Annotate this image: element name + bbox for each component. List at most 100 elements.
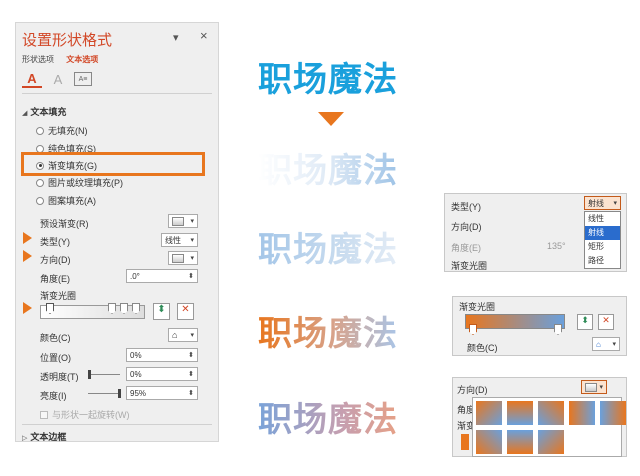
- preset-gradient-dropdown[interactable]: ▾: [168, 214, 198, 228]
- angle-input[interactable]: .0° ⬍: [126, 269, 198, 283]
- type-option-linear[interactable]: 线性: [585, 212, 620, 226]
- type-dropdown-inset: 类型(Y) 射线 ▾ 方向(D) 角度(E) 135° 渐变光圈 线性 射线 矩形…: [444, 193, 627, 272]
- direction-dropdown[interactable]: ▾: [168, 251, 198, 265]
- text-box-icon[interactable]: A≡: [74, 72, 92, 86]
- type-option-radial[interactable]: 射线: [585, 226, 620, 240]
- inset3-stop-marker: [461, 434, 469, 450]
- sample-text-gradient-blue: 职场魔法: [258, 222, 398, 271]
- inset3-direction-dropdown[interactable]: ▾: [581, 380, 607, 394]
- inset-remove-stop-icon[interactable]: ✕: [598, 314, 614, 330]
- section-text-fill[interactable]: ◢ 文本填充: [22, 105, 66, 118]
- pointer-marker: [23, 302, 32, 314]
- sample-text-gradient-orange: 职场魔法: [258, 306, 398, 355]
- inset-stops-label: 渐变光圈: [451, 261, 488, 271]
- add-stop-icon[interactable]: ⬍: [153, 303, 170, 320]
- transparency-slider[interactable]: [88, 374, 120, 375]
- rotate-with-shape-checkbox[interactable]: 与形状一起旋转(W): [40, 408, 130, 421]
- radio-no-fill[interactable]: 无填充(N): [36, 124, 88, 137]
- direction-option[interactable]: [476, 430, 502, 454]
- type-dropdown[interactable]: 线性 ▾: [161, 233, 198, 247]
- inset-color-label: 颜色(C): [467, 343, 498, 353]
- expand-icon: ◢: [22, 110, 28, 117]
- direction-option[interactable]: [538, 401, 564, 425]
- type-option-path[interactable]: 路径: [585, 254, 620, 268]
- direction-option[interactable]: [569, 401, 595, 425]
- type-value: 线性: [165, 235, 181, 245]
- inset-stop-orange[interactable]: [469, 324, 477, 335]
- radio-circle: [36, 126, 44, 135]
- inset3-direction-label: 方向(D): [457, 385, 488, 395]
- transparency-label: 透明度(T): [40, 372, 79, 382]
- inset-angle-value: 135°: [547, 241, 566, 251]
- radio-label: 图片或纹理填充(P): [48, 178, 123, 188]
- inset-angle-label: 角度(E): [451, 243, 481, 253]
- spinner-icon[interactable]: ⬍: [188, 370, 194, 378]
- remove-stop-icon[interactable]: ✕: [177, 303, 194, 320]
- gradient-fill-highlight: [21, 152, 205, 176]
- spinner-icon[interactable]: ⬍: [188, 272, 194, 280]
- spinner-icon[interactable]: ⬍: [188, 389, 194, 397]
- chevron-down-icon: ▾: [190, 237, 194, 244]
- sample-text-gradient-white: 职场魔法: [258, 143, 398, 192]
- radio-pattern-fill[interactable]: 图案填充(A): [36, 194, 96, 207]
- direction-option[interactable]: [538, 430, 564, 454]
- section-text-border[interactable]: ▷ 文本边框: [22, 430, 66, 443]
- paint-bucket-icon: ⌂: [172, 330, 178, 340]
- inset-gradient-bar[interactable]: [465, 314, 565, 329]
- transparency-slider-thumb[interactable]: [88, 370, 91, 379]
- direction-option[interactable]: [507, 430, 533, 454]
- divider: [22, 424, 212, 425]
- position-label: 位置(O): [40, 353, 71, 363]
- panel-title: 设置形状格式: [22, 32, 113, 49]
- down-arrow-marker: [318, 112, 344, 126]
- direction-option[interactable]: [507, 401, 533, 425]
- position-value: 0%: [130, 350, 142, 360]
- brightness-slider[interactable]: [88, 393, 120, 394]
- position-input[interactable]: 0% ⬍: [126, 348, 198, 362]
- text-fill-outline-icon[interactable]: A: [22, 70, 42, 88]
- inset-stop-blue[interactable]: [554, 324, 562, 335]
- spinner-icon[interactable]: ⬍: [188, 351, 194, 359]
- inset-type-label: 类型(Y): [451, 202, 481, 212]
- sample-text-solid: 职场魔法: [258, 60, 398, 100]
- checkbox-label: 与形状一起旋转(W): [52, 410, 130, 420]
- transparency-input[interactable]: 0% ⬍: [126, 367, 198, 381]
- gradient-swatch: [172, 216, 184, 226]
- color-label: 颜色(C): [40, 333, 71, 343]
- brightness-input[interactable]: 95% ⬍: [126, 386, 198, 400]
- inset-add-stop-icon[interactable]: ⬍: [577, 314, 593, 330]
- section-text-fill-label: 文本填充: [30, 107, 67, 117]
- gradient-stops-bar[interactable]: [40, 305, 145, 319]
- panel-close-icon[interactable]: ×: [200, 28, 208, 43]
- checkbox-box: [40, 410, 48, 419]
- text-icon-row: A A A≡: [22, 70, 92, 88]
- gradient-stops-inset: 渐变光圈 ⬍ ✕ 颜色(C) ⌂ ▾: [452, 296, 627, 356]
- panel-collapse-icon[interactable]: ▾: [173, 31, 179, 44]
- type-option-rectangle[interactable]: 矩形: [585, 240, 620, 254]
- tab-text-options[interactable]: 文本选项: [66, 55, 98, 64]
- brightness-slider-thumb[interactable]: [118, 389, 121, 398]
- inset-type-value: 射线: [588, 198, 604, 208]
- collapse-icon: ▷: [22, 435, 28, 442]
- direction-swatch: [172, 253, 184, 263]
- direction-inset: 方向(D) ▾ 角度 渐变: [452, 377, 627, 457]
- inset-color-picker[interactable]: ⌂ ▾: [592, 337, 620, 351]
- color-picker-button[interactable]: ⌂ ▾: [168, 328, 198, 342]
- radio-label: 图案填充(A): [48, 196, 96, 206]
- direction-label: 方向(D): [40, 255, 71, 265]
- inset-type-dropdown[interactable]: 射线 ▾: [584, 196, 621, 210]
- type-label: 类型(Y): [40, 237, 70, 247]
- text-effects-icon[interactable]: A: [48, 70, 68, 88]
- direction-option[interactable]: [476, 401, 502, 425]
- radio-label: 无填充(N): [48, 126, 88, 136]
- chevron-down-icon: ▾: [612, 341, 616, 348]
- inset-direction-label: 方向(D): [451, 222, 482, 232]
- direction-swatch: [585, 382, 597, 392]
- chevron-down-icon: ▾: [613, 200, 617, 207]
- option-tabs: 形状选项 文本选项: [22, 54, 108, 65]
- tab-shape-options[interactable]: 形状选项: [22, 55, 54, 64]
- chevron-down-icon: ▾: [190, 332, 194, 339]
- direction-option[interactable]: [600, 401, 626, 425]
- pointer-marker: [23, 232, 32, 244]
- radio-picture-fill[interactable]: 图片或纹理填充(P): [36, 176, 123, 189]
